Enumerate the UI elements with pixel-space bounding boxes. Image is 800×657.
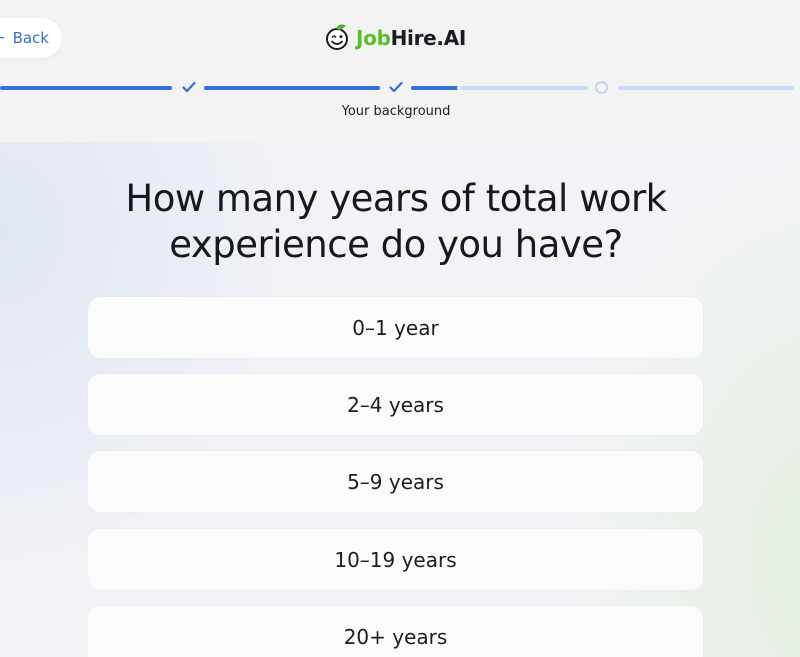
back-button[interactable]: ← Back: [0, 18, 62, 58]
progress-segment-4: [618, 86, 794, 90]
question-title: How many years of total work experience …: [125, 177, 667, 266]
arrow-left-icon: ←: [0, 30, 5, 46]
option-2-4-years[interactable]: 2–4 years: [88, 374, 703, 435]
logo-wordmark: JobHire.AI: [356, 26, 467, 50]
check-icon: [181, 79, 197, 95]
step-label: Your background: [341, 104, 451, 119]
option-10-19-years[interactable]: 10–19 years: [88, 529, 703, 590]
progress-segment-1: [0, 86, 172, 90]
option-20-plus-years[interactable]: 20+ years: [88, 606, 703, 657]
back-label: Back: [12, 29, 49, 47]
progress-segment-2: [204, 86, 380, 90]
option-5-9-years[interactable]: 5–9 years: [88, 451, 703, 512]
header: ← Back JobHire.AI Your background: [0, 0, 800, 142]
progress-marker: [457, 86, 461, 90]
smiley-face-icon: [326, 24, 348, 50]
check-icon: [388, 79, 404, 95]
option-0-1-year[interactable]: 0–1 year: [88, 297, 703, 358]
step-circle-icon: [595, 81, 608, 94]
progress-segment-3-fill: [411, 86, 459, 90]
logo: JobHire.AI: [324, 22, 466, 54]
